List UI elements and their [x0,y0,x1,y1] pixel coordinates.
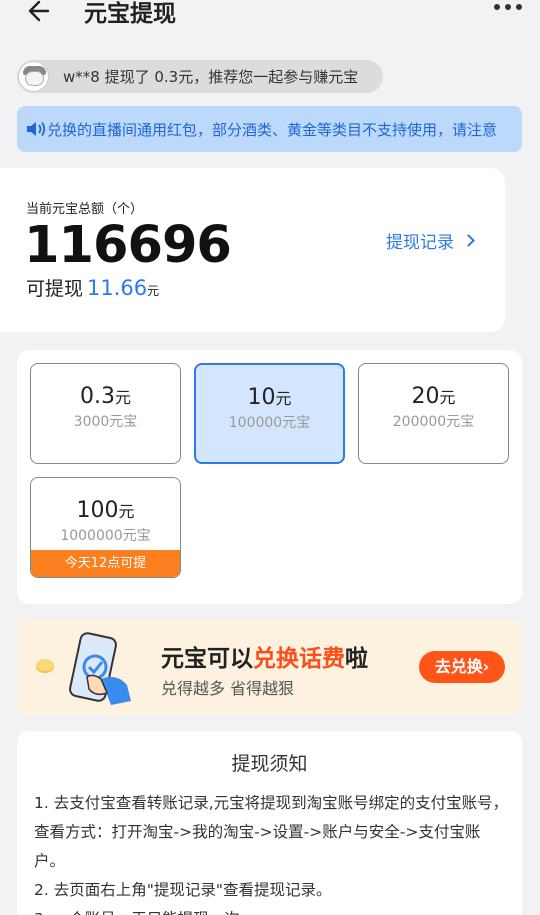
rules-title: 提现须知 [231,753,308,775]
promo-title-prefix: 元宝可以 [161,646,253,672]
promo-subtitle: 兑得越多 省得越狠 [161,679,295,698]
withdrawable-label: 可提现 [26,278,84,300]
withdrawable: 可提现 11.66元 [26,274,159,301]
rule-item: 3. 一个账号一天只能提现一次。 [34,905,509,915]
option-20[interactable]: 20元 200000元宝 [358,363,509,464]
history-link-label: 提现记录 [386,233,454,253]
rules-body: 1. 去支付宝查看转账记录,元宝将提现到淘宝账号绑定的支付宝账号，查看方式：打开… [34,789,509,915]
notice-text: 兑换的直播间通用红包，部分酒类、黄金等类目不支持使用，请注意 [47,120,498,139]
option-amount: 10 [247,385,276,410]
header: 元宝提现 [0,0,540,44]
promo-banner[interactable]: 元宝可以兑换话费啦 兑得越多 省得越狠 去兑换› [17,619,522,715]
withdraw-ticker: w**8 提现了 0.3元，推荐您一起参与赚元宝 [17,60,383,93]
withdraw-rules: 提现须知 1. 去支付宝查看转账记录,元宝将提现到淘宝账号绑定的支付宝账号，查看… [17,731,522,915]
option-10[interactable]: 10元 100000元宝 [194,363,345,464]
phone-coin-illustration-icon [36,632,131,705]
exchange-button[interactable]: 去兑换› [419,651,505,683]
rule-item: 1. 去支付宝查看转账记录,元宝将提现到淘宝账号绑定的支付宝账号，查看方式：打开… [34,794,509,870]
option-badge: 今天12点可提 [31,550,180,577]
option-amount: 0.3 [79,384,115,409]
option-unit: 元 [114,388,131,407]
notice-bar: 兑换的直播间通用红包，部分酒类、黄金等类目不支持使用，请注意 [17,106,522,152]
option-unit: 元 [118,502,135,521]
withdraw-options: 0.3元 3000元宝 10元 100000元宝 20元 200000元宝 10… [17,350,522,604]
promo-title: 元宝可以兑换话费啦 [161,639,368,673]
option-coins: 1000000元宝 [60,528,151,544]
option-unit: 元 [275,389,292,408]
withdraw-history-link[interactable]: 提现记录 [386,228,475,253]
withdrawable-amount: 11.66 [87,276,148,300]
ticker-text: w**8 提现了 0.3元，推荐您一起参与赚元宝 [63,68,359,86]
promo-title-highlight: 兑换话费 [253,646,345,672]
balance-total: 116696 [24,216,232,275]
option-amount: 20 [411,384,440,409]
balance-label: 当前元宝总额（个） [26,202,144,217]
rule-item: 2. 去页面右上角"提现记录"查看提现记录。 [34,881,332,899]
exchange-button-label: 去兑换 [434,657,483,676]
option-100[interactable]: 100元 1000000元宝 今天12点可提 [30,477,181,578]
option-unit: 元 [439,388,456,407]
withdrawable-unit: 元 [147,284,160,298]
chevron-right-icon [462,234,475,247]
promo-title-suffix: 啦 [345,646,368,672]
option-0-3[interactable]: 0.3元 3000元宝 [30,363,181,464]
balance-card: 当前元宝总额（个） 116696 可提现 11.66元 提现记录 [0,168,505,332]
more-icon[interactable] [494,4,522,10]
option-coins: 3000元宝 [73,414,138,430]
page-title: 元宝提现 [84,1,176,27]
option-amount: 100 [76,498,119,523]
back-arrow-icon[interactable] [26,0,56,26]
option-coins: 100000元宝 [228,415,311,431]
avatar [18,61,49,92]
option-coins: 200000元宝 [392,414,475,430]
chevron-right-icon: › [482,657,490,676]
speaker-icon [27,121,46,137]
